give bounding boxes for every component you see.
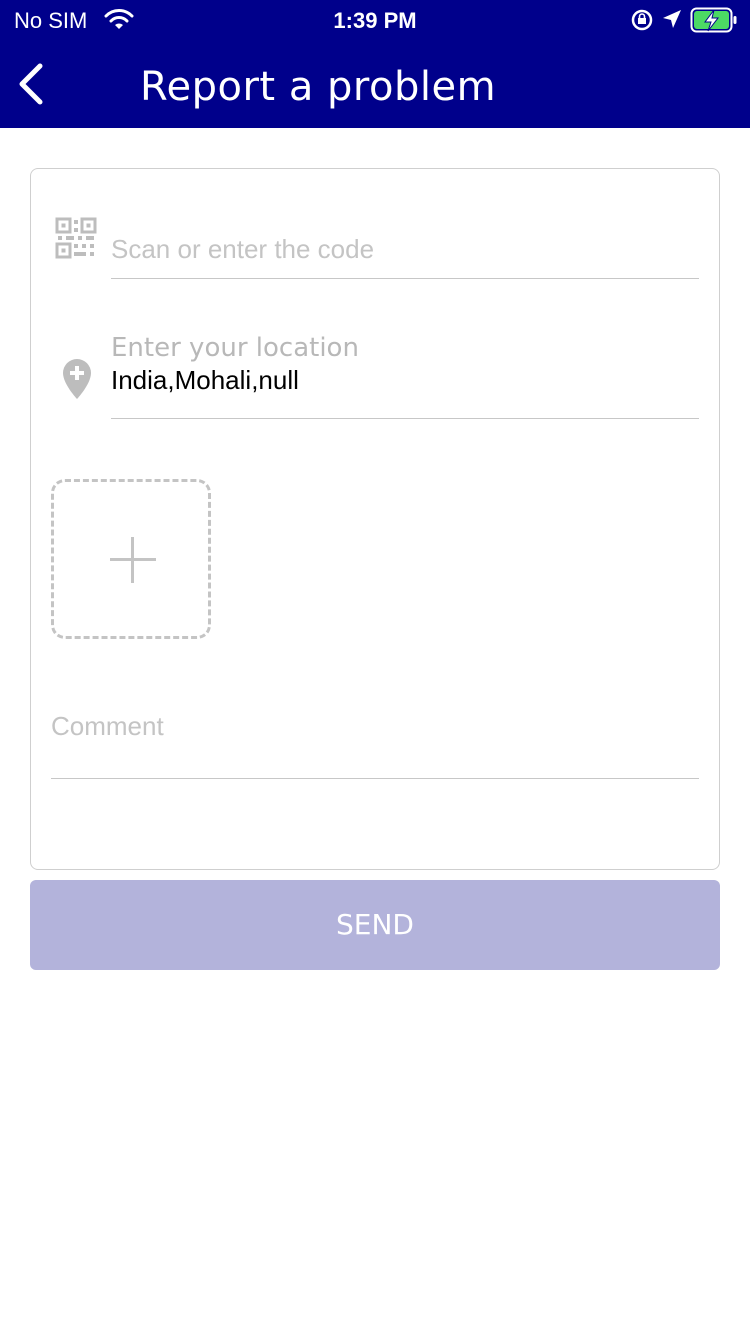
location-value[interactable]: India,Mohali,null bbox=[111, 365, 299, 396]
send-button[interactable]: SEND bbox=[30, 880, 720, 970]
location-field[interactable]: Enter your location India,Mohali,null bbox=[111, 329, 699, 419]
back-button[interactable] bbox=[16, 62, 46, 106]
location-arrow-icon bbox=[662, 9, 682, 34]
chevron-left-icon bbox=[19, 63, 43, 105]
header-bar: No SIM 1:39 PM Report a problem bbox=[0, 0, 750, 128]
qr-code-icon[interactable] bbox=[55, 217, 97, 264]
location-label: Enter your location bbox=[111, 333, 359, 363]
code-input[interactable] bbox=[111, 221, 699, 279]
comment-field[interactable] bbox=[51, 697, 699, 779]
report-form-card: Enter your location India,Mohali,null bbox=[30, 168, 720, 870]
page-title: Report a problem bbox=[140, 64, 497, 110]
status-bar: No SIM 1:39 PM bbox=[0, 0, 750, 40]
battery-icon bbox=[690, 7, 738, 38]
location-pin-plus-icon bbox=[61, 357, 93, 406]
add-photo-button[interactable] bbox=[51, 479, 211, 639]
orientation-lock-icon bbox=[631, 9, 653, 36]
